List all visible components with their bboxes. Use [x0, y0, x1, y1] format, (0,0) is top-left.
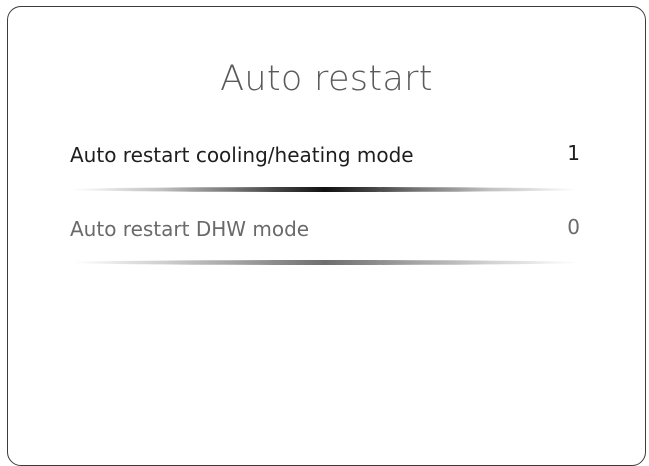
- page-title: Auto restart: [220, 59, 433, 99]
- setting-value: 0: [567, 215, 580, 239]
- setting-label: Auto restart cooling/heating mode: [70, 143, 414, 167]
- row-divider: [70, 187, 580, 192]
- settings-panel: Auto restart Auto restart cooling/heatin…: [7, 6, 646, 466]
- setting-row-auto-restart-dhw[interactable]: Auto restart DHW mode 0: [70, 215, 580, 265]
- setting-label: Auto restart DHW mode: [70, 217, 310, 241]
- row-divider: [70, 260, 580, 265]
- setting-value: 1: [567, 141, 580, 165]
- setting-row-auto-restart-cooling-heating[interactable]: Auto restart cooling/heating mode 1: [70, 141, 580, 192]
